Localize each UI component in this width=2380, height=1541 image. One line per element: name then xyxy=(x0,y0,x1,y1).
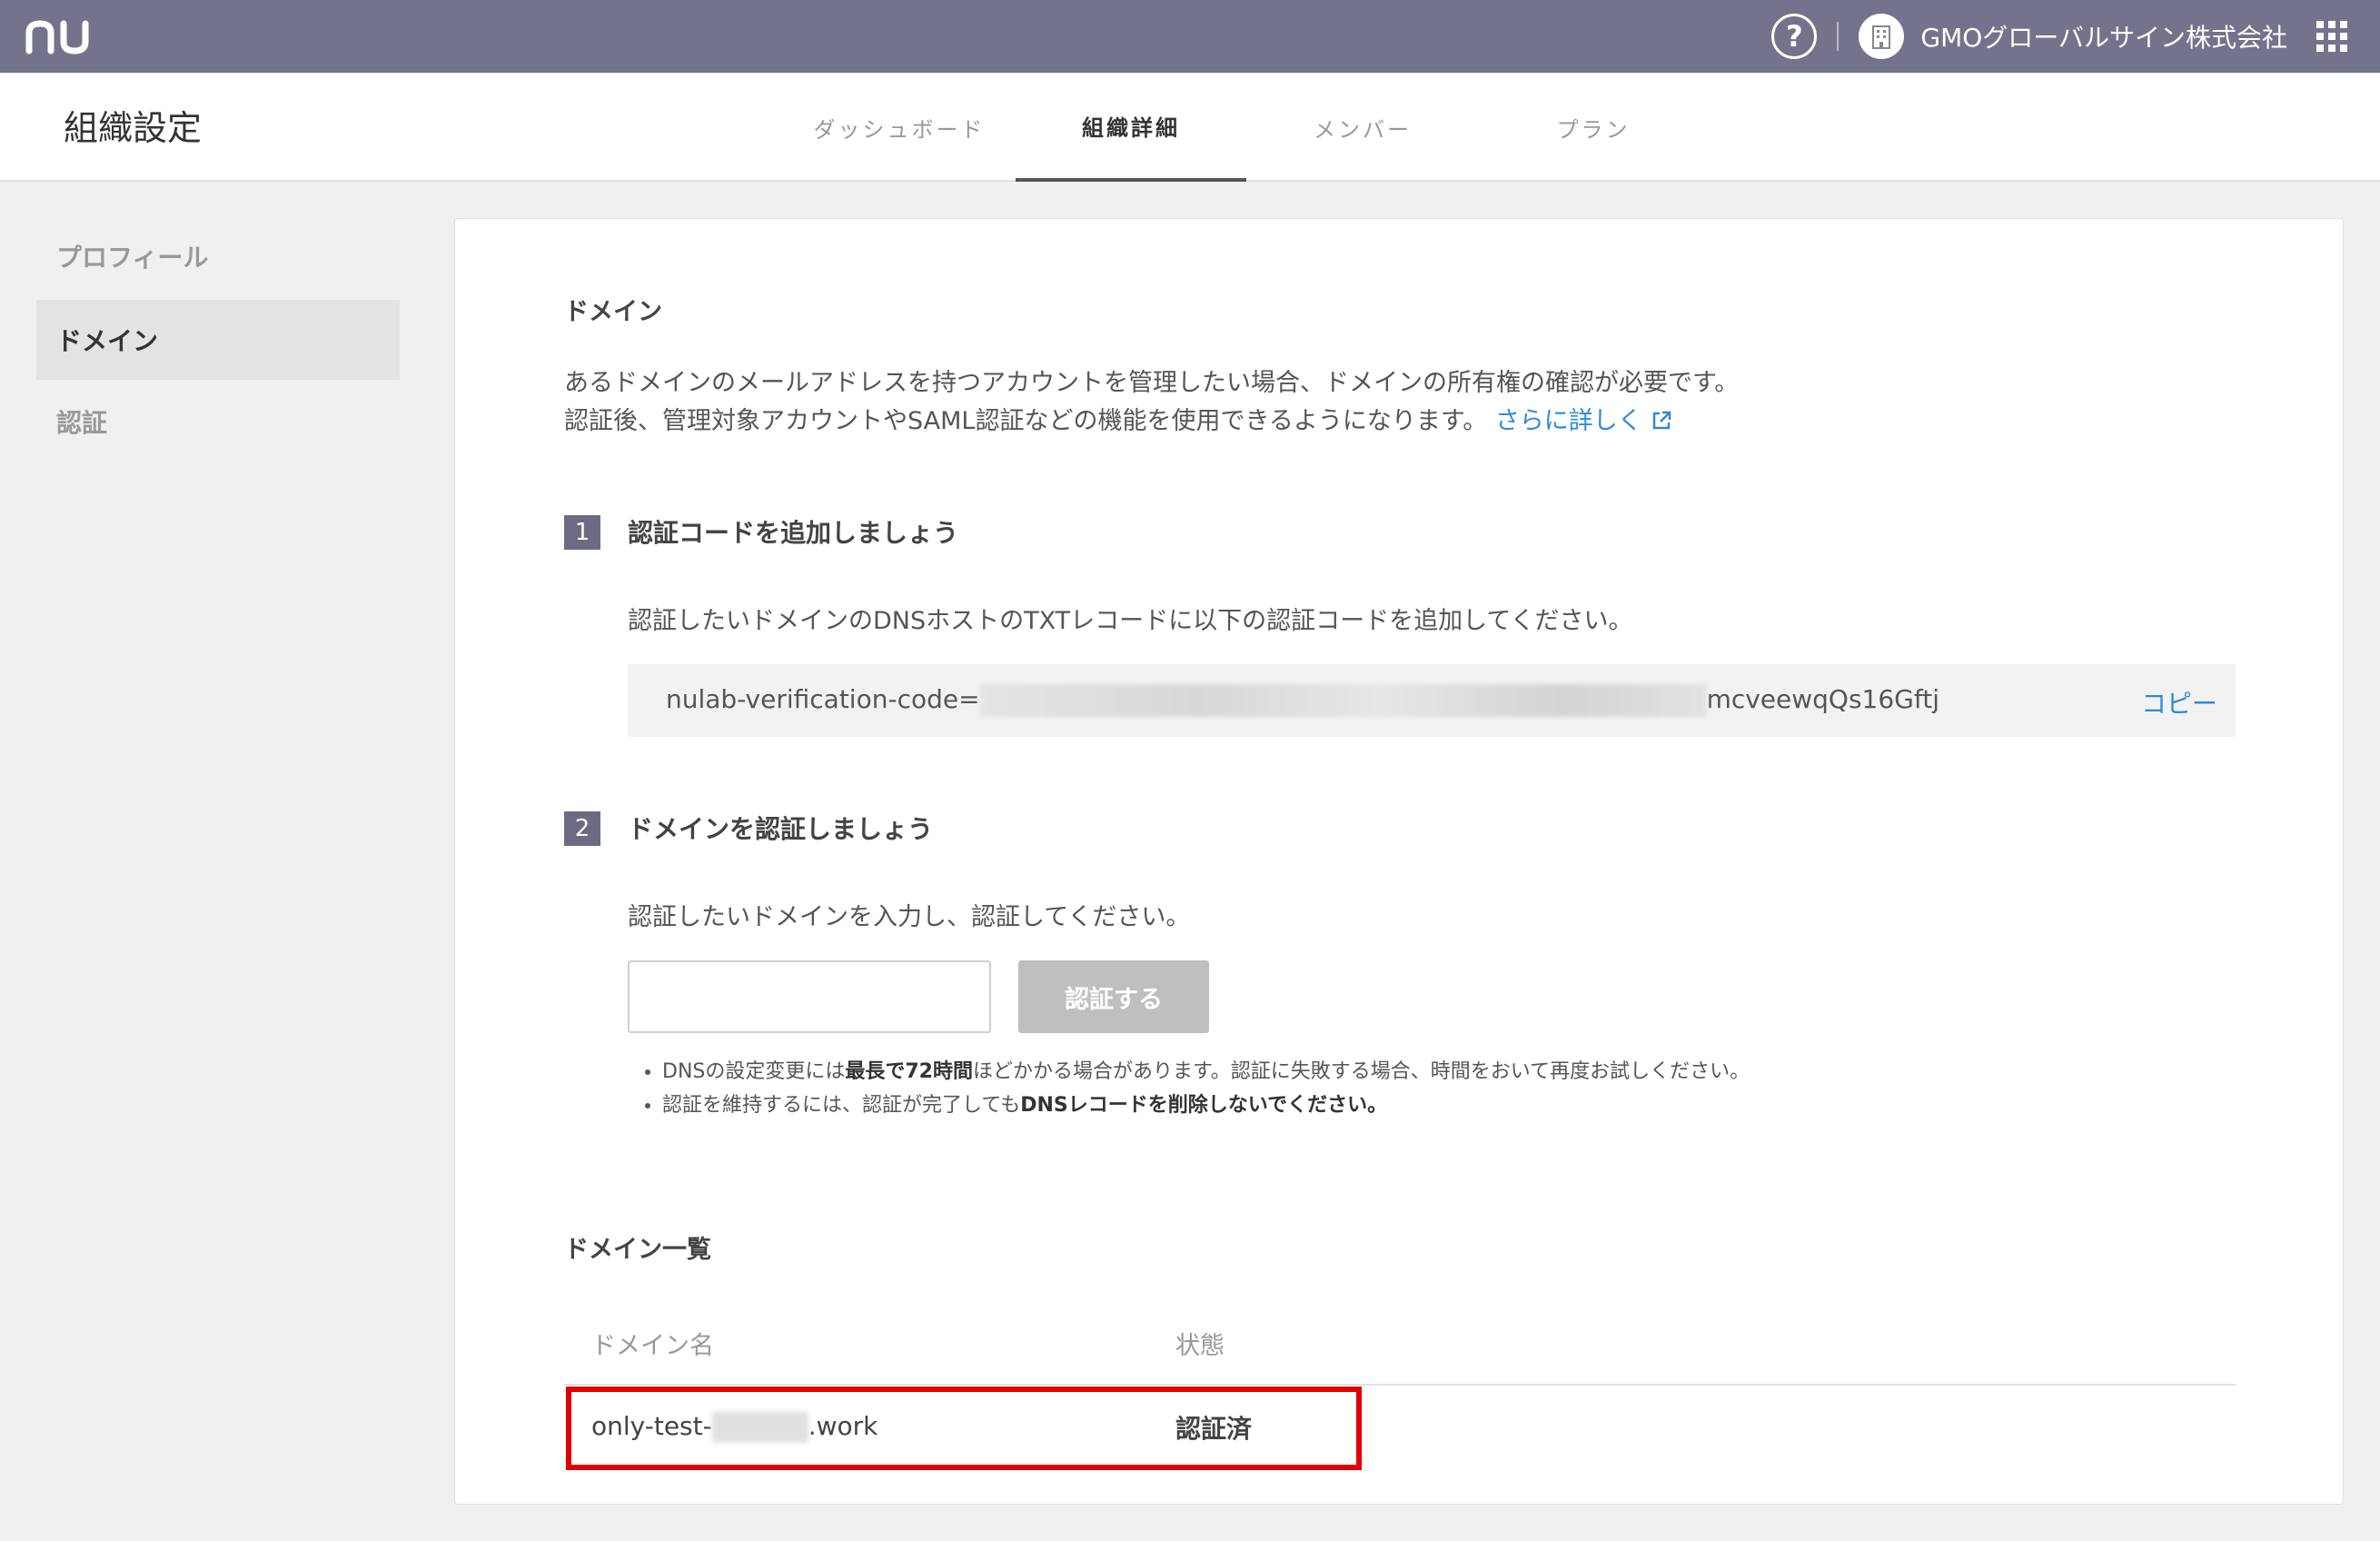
step-1-title: 認証コードを追加しましょう xyxy=(628,518,959,548)
note-dns-propagation: DNSの設定変更には最長で72時間ほどかかる場合があります。認証に失敗する場合、… xyxy=(662,1055,1750,1089)
domain-description: あるドメインのメールアドレスを持つアカウントを管理したい場合、ドメインの所有権の… xyxy=(564,364,1739,441)
organization-icon[interactable] xyxy=(1859,14,1905,59)
copy-button[interactable]: コピー xyxy=(2141,684,2217,721)
tab-members[interactable]: メンバー xyxy=(1254,73,1472,182)
verification-code: nulab-verification-code= mcveewqQs16Gftj xyxy=(666,684,1939,717)
column-header-domain: ドメイン名 xyxy=(591,1332,714,1360)
page-title: 組織設定 xyxy=(64,108,203,148)
tab-organization-details[interactable]: 組織詳細 xyxy=(1016,73,1246,182)
step-2-description: 認証したいドメインを入力し、認証してください。 xyxy=(628,903,1191,931)
topbar-divider xyxy=(1837,22,1840,51)
table-divider xyxy=(564,1384,2236,1386)
learn-more-link[interactable]: さらに詳しく xyxy=(1495,407,1673,435)
step-2-title: ドメインを認証しましょう xyxy=(628,814,934,844)
settings-header: 組織設定 ダッシュボード 組織詳細 メンバー プラン xyxy=(0,73,2380,182)
top-bar: ? GMOグローバルサイン株式会社 xyxy=(0,0,2380,73)
tab-dashboard[interactable]: ダッシュボード xyxy=(790,73,1008,182)
external-link-icon xyxy=(1652,411,1671,430)
sidebar-item-domain[interactable]: ドメイン xyxy=(36,300,400,380)
highlight-box xyxy=(566,1387,1362,1470)
step-1-description: 認証したいドメインのDNSホストのTXTレコードに以下の認証コードを追加してくだ… xyxy=(628,607,1633,635)
domain-section-title: ドメイン xyxy=(564,298,662,326)
domain-list-title: ドメイン一覧 xyxy=(564,1236,711,1264)
domain-input[interactable] xyxy=(628,960,991,1033)
step-2-badge: 2 xyxy=(564,811,600,846)
domain-settings-card: ドメイン あるドメインのメールアドレスを持つアカウントを管理したい場合、ドメイン… xyxy=(454,218,2344,1505)
verify-button[interactable]: 認証する xyxy=(1018,960,1209,1033)
organization-name[interactable]: GMOグローバルサイン株式会社 xyxy=(1920,18,2287,55)
domain-description-line2: 認証後、管理対象アカウントやSAML認証などの機能を使用できるようになります。 … xyxy=(564,403,1739,441)
column-header-status: 状態 xyxy=(1175,1332,1225,1360)
verification-notes: DNSの設定変更には最長で72時間ほどかかる場合があります。認証に失敗する場合、… xyxy=(628,1055,1750,1122)
sidebar-item-profile[interactable]: プロフィール xyxy=(36,216,400,296)
help-icon[interactable]: ? xyxy=(1771,14,1818,59)
domain-description-line1: あるドメインのメールアドレスを持つアカウントを管理したい場合、ドメインの所有権の… xyxy=(564,369,1740,397)
redacted-code xyxy=(979,684,1707,717)
apps-grid-icon[interactable] xyxy=(2316,21,2347,52)
step-1-badge: 1 xyxy=(564,515,600,550)
tab-plan[interactable]: プラン xyxy=(1484,73,1702,182)
nulab-logo[interactable] xyxy=(24,16,93,56)
sidebar-item-authentication[interactable]: 認証 xyxy=(36,382,400,462)
verification-code-box: nulab-verification-code= mcveewqQs16Gftj … xyxy=(628,664,2236,737)
note-keep-dns-record: 認証を維持するには、認証が完了してもDNSレコードを削除しないでください。 xyxy=(662,1089,1750,1122)
